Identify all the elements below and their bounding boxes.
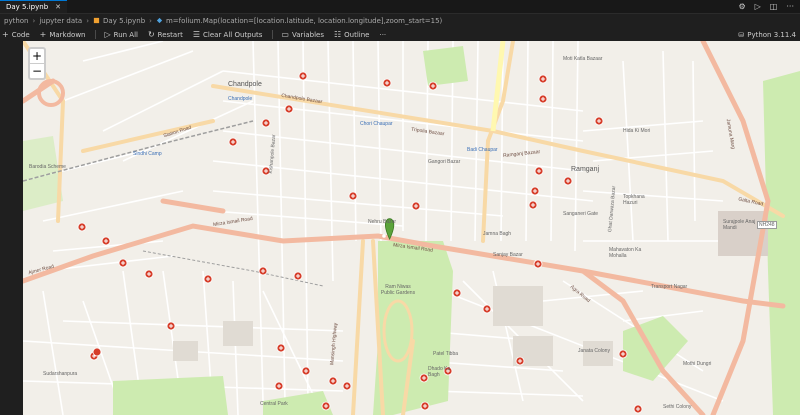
map-label: Mothi Dungri [683, 361, 712, 367]
breadcrumb-jupyter-data[interactable]: jupyter data [39, 17, 82, 25]
restart-button[interactable]: ↻ Restart [148, 30, 183, 39]
map-label: Barodia Scheme [29, 164, 66, 170]
run-all-button[interactable]: ▷ Run All [104, 30, 137, 39]
add-code-button[interactable]: + Code [2, 30, 30, 39]
zoom-in-button[interactable]: + [30, 49, 44, 64]
map-label: Chandpole [228, 81, 262, 88]
gear-icon[interactable]: ⚙ [738, 2, 745, 11]
more-icon[interactable]: ··· [786, 2, 794, 11]
run-icon[interactable]: ▷ [755, 2, 761, 11]
toolbar-divider [95, 30, 97, 39]
chevron-right-icon: › [149, 16, 152, 25]
map-label: Nehru Bazar [368, 219, 397, 225]
add-markdown-label: Markdown [49, 30, 86, 39]
plus-icon: + [39, 30, 47, 39]
map-label: Sanganeri Gate [563, 211, 599, 217]
toolbar-more-button[interactable]: ··· [379, 31, 386, 39]
tab-title: Day 5.ipynb [6, 3, 49, 11]
map-label: Chori Chaupar [360, 121, 393, 127]
folium-map[interactable]: Chandpole Chandpole Bazaar Chandpole Cho… [23, 41, 800, 415]
map-label: Hida Ki Mori [623, 128, 651, 134]
notebook-toolbar: + Code + Markdown ▷ Run All ↻ Restart ☰ Clear… [0, 28, 800, 41]
map-label: Topkhana Hazuri [623, 194, 645, 206]
kernel-picker[interactable]: ⛁ Python 3.11.4 [738, 28, 796, 41]
restart-label: Restart [157, 30, 183, 39]
zoom-out-button[interactable]: − [30, 64, 44, 78]
outline-button[interactable]: ☷ Outline [334, 30, 370, 39]
map-label: Sanjay Bazar [493, 252, 523, 258]
map-label: Gangori Bazar [428, 159, 461, 165]
map-label: Badi Chaupar [467, 147, 498, 153]
map-label: Dhado Ka Bagh [428, 366, 451, 378]
breadcrumb-python[interactable]: python [4, 17, 29, 25]
map-label: Transport Nagar [651, 284, 688, 290]
map-label: Moti Katla Bazaar [563, 56, 603, 62]
map-label: Sethi Colony [663, 404, 692, 410]
breadcrumb-file[interactable]: Day 5.ipynb [103, 17, 145, 25]
breadcrumb: python › jupyter data › Day 5.ipynb › m=… [0, 14, 800, 27]
notebook-icon [93, 17, 100, 24]
clear-outputs-button[interactable]: ☰ Clear All Outputs [193, 30, 263, 39]
variables-label: Variables [291, 30, 324, 39]
map-label: Patel Tibba [433, 351, 459, 357]
split-editor-icon[interactable]: ◫ [770, 2, 778, 11]
map-label: Sudarshanpura [43, 371, 78, 377]
map-label: Janata Colony [578, 348, 610, 354]
editor-actions: ⚙ ▷ ◫ ··· [738, 0, 794, 13]
map-label: Ramganj [571, 166, 600, 173]
plus-icon: + [2, 30, 9, 39]
info-sign-icon [382, 234, 386, 238]
map-label: Central Park [260, 401, 288, 407]
map-canvas[interactable] [23, 41, 800, 415]
variables-icon: ▭ [281, 30, 289, 39]
railway-2 [142, 250, 324, 287]
map-label: Jamna Bagh [483, 231, 512, 237]
clear-outputs-label: Clear All Outputs [203, 30, 263, 39]
map-label: NH248 [757, 221, 777, 229]
add-code-label: Code [11, 30, 30, 39]
toolbar-divider [272, 30, 274, 39]
map-label: Sindhi Camp [133, 151, 162, 157]
close-icon[interactable]: ✕ [55, 3, 61, 11]
map-label: Ram Niwas Public Gardens [380, 284, 416, 296]
map-label: Mahavaton Ka Mohalla [609, 247, 642, 259]
minor-streets [23, 41, 724, 415]
chevron-right-icon: › [32, 16, 36, 25]
zoom-control: + − [28, 47, 46, 80]
kernel-icon: ⛁ [738, 30, 745, 39]
editor-tab-bar: Day 5.ipynb ✕ ⚙ ▷ ◫ ··· [0, 0, 800, 14]
tab-day5[interactable]: Day 5.ipynb ✕ [0, 0, 68, 13]
outline-label: Outline [344, 30, 370, 39]
clear-all-icon: ☰ [192, 30, 201, 39]
run-all-label: Run All [113, 30, 138, 39]
play-icon: ▷ [104, 30, 111, 39]
map-label: Chandpole [228, 96, 253, 102]
symbol-icon [156, 17, 163, 24]
breadcrumb-code[interactable]: m=folium.Map(location=[location.latitude… [166, 17, 442, 25]
outline-icon: ☷ [333, 30, 342, 39]
variables-button[interactable]: ▭ Variables [281, 30, 324, 39]
toolbar-more-label: ··· [379, 30, 387, 39]
restart-icon: ↻ [147, 30, 155, 39]
add-markdown-button[interactable]: + Markdown [40, 30, 86, 39]
kernel-label: Python 3.11.4 [747, 30, 796, 39]
chevron-right-icon: › [86, 16, 90, 25]
